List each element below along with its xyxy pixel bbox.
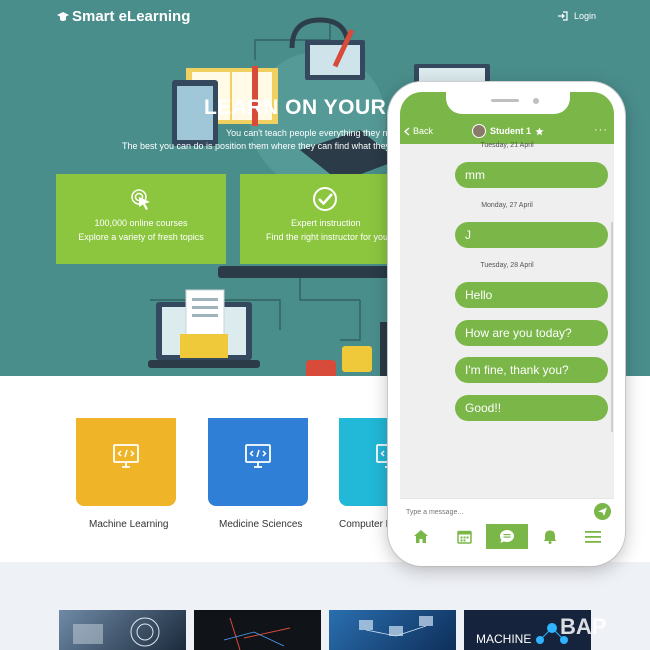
menu-icon (585, 530, 601, 543)
send-icon (598, 507, 607, 516)
watermark-logo: BAP (560, 614, 607, 639)
category-label-machine-learning[interactable]: Machine Learning (89, 519, 169, 530)
tab-notifications[interactable] (529, 524, 571, 549)
feature-card-instruction: Expert instruction Find the right instru… (240, 174, 390, 264)
brand-logo[interactable]: Smart eLearning (56, 8, 190, 25)
message-date: Tuesday, 28 April (480, 262, 534, 269)
course-thumbnail[interactable] (194, 610, 321, 650)
back-button[interactable]: Back (404, 126, 433, 136)
chevron-left-icon (404, 126, 410, 136)
message-bubble: Good!! (455, 395, 608, 421)
chat-contact[interactable]: Student 1 (472, 124, 544, 138)
category-label-medicine-sciences[interactable]: Medicine Sciences (219, 519, 302, 530)
tab-home[interactable] (400, 524, 442, 549)
feature-courses-title: 100,000 online courses (94, 218, 188, 228)
bell-icon (543, 530, 557, 544)
phone-speaker (491, 99, 519, 102)
course-thumbnail[interactable] (59, 610, 186, 650)
data-plot-illustration (223, 617, 291, 650)
login-icon (558, 11, 568, 21)
course-thumbnail[interactable] (329, 610, 456, 650)
tab-chat[interactable] (486, 524, 528, 549)
feature-courses-desc: Explore a variety of fresh topics (78, 232, 204, 242)
graduation-cap-icon (57, 11, 69, 21)
avatar (472, 124, 486, 138)
chat-screen: Back Student 1 ··· Tuesday, 21 April mm … (400, 92, 614, 549)
login-link[interactable]: Login (557, 11, 596, 21)
chat-icon (500, 530, 514, 543)
bottom-tab-bar (400, 524, 614, 549)
code-monitor-icon (245, 444, 271, 468)
home-icon (414, 530, 428, 543)
checkmark-circle-icon (313, 187, 337, 211)
code-monitor-icon (113, 444, 139, 468)
send-button[interactable] (594, 503, 611, 520)
message-bubble: How are you today? (455, 320, 608, 346)
hero-subtitle-line1: You can't teach people everything they n… (226, 128, 403, 138)
category-tile-medicine-sciences[interactable] (208, 418, 308, 506)
back-label: Back (413, 126, 434, 136)
feature-instruction-desc: Find the right instructor for you (266, 232, 389, 242)
tab-menu[interactable] (572, 524, 614, 549)
login-label: Login (574, 11, 597, 21)
message-bubble: I'm fine, thank you? (455, 357, 608, 383)
page: Smart eLearning Login LEARN ON YOUR SCH … (0, 0, 650, 650)
tab-calendar[interactable] (443, 524, 485, 549)
hero-subtitle-line2: The best you can do is position them whe… (122, 141, 408, 151)
star-icon (535, 126, 544, 135)
more-dots-icon[interactable]: ··· (594, 124, 608, 136)
message-bubble: J (455, 222, 608, 248)
calendar-icon (456, 530, 472, 544)
message-bubble: mm (455, 162, 608, 188)
message-input[interactable] (406, 505, 576, 519)
message-date-partial: Tuesday, 21 April (480, 142, 534, 149)
feature-instruction-title: Expert instruction (291, 218, 361, 228)
message-date: Monday, 27 April (481, 202, 533, 209)
feature-card-courses: 100,000 online courses Explore a variety… (56, 174, 226, 264)
brand-name: Smart eLearning (72, 8, 191, 25)
phone-camera (533, 98, 539, 104)
contact-name: Student 1 (490, 126, 532, 136)
category-label-computer[interactable]: Computer P (339, 519, 392, 530)
category-tile-machine-learning[interactable] (76, 418, 176, 506)
message-bubble: Hello (455, 282, 608, 308)
network-illustration (359, 616, 433, 637)
chat-scrollbar[interactable] (611, 222, 613, 432)
ai-brain-illustration (73, 617, 160, 647)
pointer-click-icon (131, 189, 150, 210)
message-composer (400, 498, 614, 524)
